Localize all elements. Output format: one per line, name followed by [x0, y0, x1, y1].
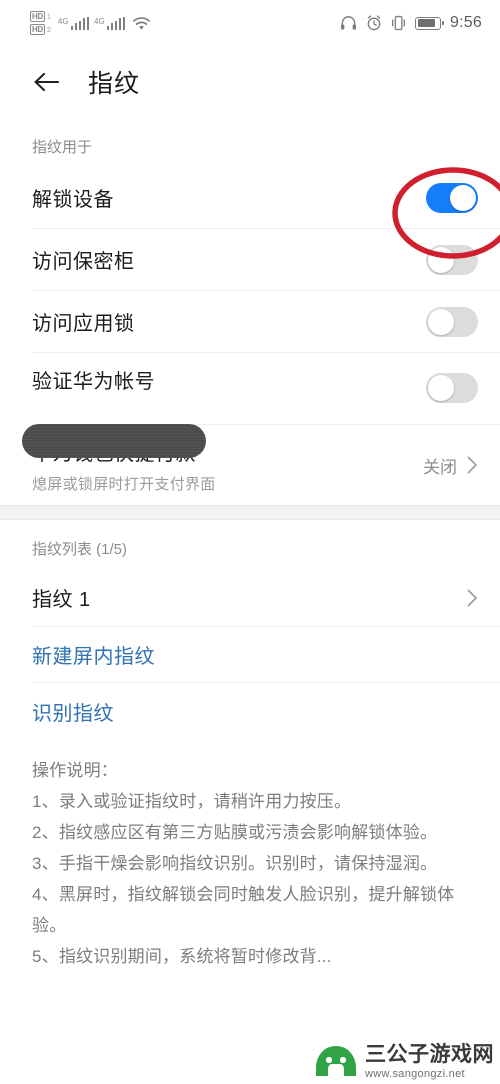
toggle-unlock-device[interactable]: [426, 182, 478, 213]
headphone-icon: [341, 16, 357, 30]
instruction-line: 4、黑屏时，指纹解锁会同时触发人脸识别，提升解锁体验。: [32, 885, 455, 935]
row-title: 解锁设备: [32, 189, 114, 211]
row-fingerprint-1[interactable]: 指纹 1: [32, 569, 500, 627]
status-bar: HD 1 HD 2 4G 4G 9:56: [0, 0, 500, 46]
instructions-block: 操作说明： 1、录入或验证指纹时，请稍许用力按压。 2、指纹感应区有第三方贴膜或…: [0, 739, 500, 972]
row-subtitle: 熄屏或锁屏时打开支付界面: [32, 475, 216, 493]
instructions-heading: 操作说明：: [32, 761, 118, 780]
row-title: 指纹 1: [32, 589, 91, 611]
chevron-right-icon: [467, 589, 477, 606]
instruction-line: 3、手指干燥会影响指纹识别。识别时，请保持湿润。: [32, 854, 438, 873]
hd-badge-1-sub: 1: [46, 14, 51, 21]
status-bar-right: 9:56: [340, 14, 482, 32]
network-type-2-label: 4G: [94, 16, 105, 26]
watermark-site-name: 三公子游戏网: [365, 1043, 494, 1066]
vibrate-icon: [392, 15, 406, 31]
battery-icon: [415, 16, 445, 30]
row-title: 访问保密柜: [32, 251, 135, 273]
toggle-verify-huawei-account[interactable]: [426, 373, 478, 403]
instruction-line: 5、指纹识别期间，系统将暂时修改背...: [32, 947, 332, 966]
action-label: 识别指纹: [32, 702, 114, 725]
watermark-url: www.sangongzi.net: [365, 1068, 465, 1080]
section-divider-band: [0, 505, 500, 520]
network-type-1-label: 4G: [57, 16, 69, 26]
hd-badge-2-sub: 2: [46, 27, 51, 34]
row-unlock-device[interactable]: 解锁设备: [32, 167, 500, 229]
action-identify-fingerprint[interactable]: 识别指纹: [32, 683, 500, 739]
hd-volte-icon: HD 1 HD 2: [30, 11, 51, 35]
row-verify-huawei-account[interactable]: 验证华为帐号: [32, 353, 500, 425]
alarm-icon: [367, 15, 381, 31]
signal-bars-icon-2: 4G: [94, 16, 126, 30]
action-new-in-screen-fingerprint[interactable]: 新建屏内指纹: [32, 627, 500, 683]
wifi-icon: [133, 16, 151, 30]
row-title: 验证华为帐号: [32, 371, 155, 393]
row-value: 关闭: [423, 457, 457, 477]
watermark: 三公子游戏网 www.sangongzi.net: [314, 1044, 494, 1080]
hd-badge-1-label: HD: [30, 11, 45, 22]
row-access-safe[interactable]: 访问保密柜: [32, 229, 500, 291]
fingerprint-list-label: 指纹列表 (1/5): [32, 541, 128, 558]
redaction-bar: [22, 424, 206, 458]
status-bar-left: HD 1 HD 2 4G 4G: [30, 11, 151, 35]
watermark-logo-icon: [316, 1046, 356, 1076]
title-bar: 指纹: [0, 46, 500, 118]
usage-section-label: 指纹用于: [32, 139, 93, 156]
instruction-line: 1、录入或验证指纹时，请稍许用力按压。: [32, 792, 352, 811]
toggle-access-app-lock[interactable]: [426, 306, 478, 337]
chevron-right-icon: [467, 456, 477, 474]
toggle-access-safe[interactable]: [426, 244, 478, 275]
hd-badge-2-label: HD: [30, 24, 45, 35]
instruction-line: 2、指纹感应区有第三方贴膜或污渍会影响解锁体验。: [32, 823, 438, 842]
signal-bars-icon-1: 4G: [57, 16, 90, 30]
action-label: 新建屏内指纹: [32, 646, 155, 668]
back-arrow-icon[interactable]: [32, 67, 62, 97]
row-access-app-lock[interactable]: 访问应用锁: [32, 291, 500, 353]
status-bar-clock: 9:56: [450, 14, 482, 31]
row-title: 访问应用锁: [32, 313, 135, 335]
page-title: 指纹: [88, 70, 141, 98]
